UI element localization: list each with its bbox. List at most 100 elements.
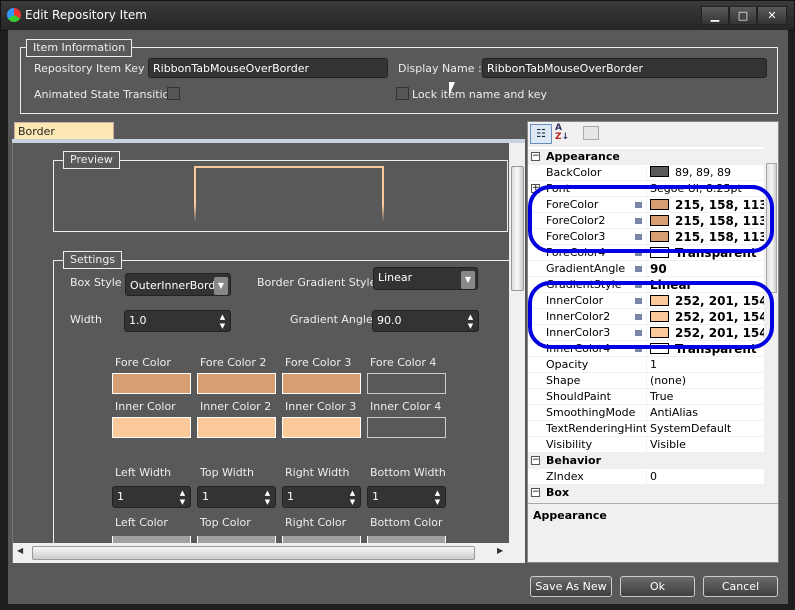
cancel-button[interactable]: Cancel [703,576,778,597]
maximize-button[interactable]: □ [729,6,757,25]
collapse-icon[interactable]: − [531,152,540,161]
display-name-input[interactable]: RibbonTabMouseOverBorder [482,58,767,78]
width-stepper[interactable]: 1 ▲ ▼ [112,486,191,508]
property-row[interactable]: Visibility Visible [528,437,764,453]
property-value: 1 [650,358,657,371]
gradient-style-dropdown[interactable]: Linear ▼ [373,267,478,290]
property-pages-icon[interactable] [583,126,599,140]
property-value: 0 [650,470,657,483]
inner-color-swatch[interactable] [197,417,276,438]
property-category[interactable]: − Behavior [528,453,764,469]
alphabetical-sort-icon[interactable]: A Z↓ [555,124,573,144]
width-stepper[interactable]: 1 ▲ ▼ [367,486,446,508]
property-name: ZIndex [546,470,584,483]
property-name: Behavior [546,454,602,467]
fore-color-swatch[interactable] [197,373,276,394]
property-value: 90 [650,262,667,276]
property-name: ShouldPaint [546,390,611,403]
fore-color-label: Fore Color 2 [200,356,267,369]
color-swatch [650,166,669,177]
edit-icon [635,266,642,272]
gradient-style-value: Linear [378,271,413,284]
scroll-right-icon[interactable]: ▶ [497,546,503,555]
side-color-label: Top Color [200,516,251,529]
property-row[interactable]: TextRenderingHint SystemDefault [528,421,764,437]
fore-color-label: Fore Color [115,356,171,369]
inner-color-swatch[interactable] [112,417,191,438]
width-value: 1 [117,490,124,503]
property-category[interactable]: − Appearance [528,149,764,165]
fore-color-swatch[interactable] [367,373,446,394]
display-name-label: Display Name : [398,62,482,75]
side-color-label: Right Color [285,516,347,529]
property-value: True [650,390,674,403]
close-button[interactable]: ✕ [757,6,787,25]
window-title: Edit Repository Item [25,8,147,22]
fore-color-label: Fore Color 4 [370,356,437,369]
property-name: Visibility [546,438,593,451]
horizontal-scrollbar[interactable]: ◀ ▶ [13,543,525,563]
fore-color-swatch[interactable] [282,373,361,394]
property-row[interactable]: ZIndex 0 [528,469,764,485]
horizontal-scroll-thumb[interactable] [32,546,475,560]
width-stepper[interactable]: 1 ▲ ▼ [282,486,361,508]
side-color-label: Bottom Color [370,516,443,529]
minimize-button[interactable]: ▁ [701,6,729,25]
spin-arrows-icon: ▲ ▼ [264,489,271,506]
property-value-cell[interactable]: True [646,390,766,405]
property-value-cell[interactable]: AntiAlias [646,406,766,421]
property-value-cell[interactable]: 0 [646,470,766,485]
highlight-ellipse-innercolors [528,281,774,349]
box-style-value: OuterInnerBord [130,279,216,292]
property-value-cell[interactable]: 89, 89, 89 [646,166,766,181]
collapse-icon[interactable]: − [531,456,540,465]
ok-button[interactable]: Ok [620,576,695,597]
property-category[interactable]: − Box [528,485,764,499]
gradient-angle-label: Gradient Angle [290,313,373,326]
property-value-cell[interactable]: SystemDefault [646,422,766,437]
fore-color-swatch[interactable] [112,373,191,394]
property-value: (none) [650,374,687,387]
property-row[interactable]: Shape (none) [528,373,764,389]
scroll-left-icon[interactable]: ◀ [17,546,23,555]
property-value-cell[interactable]: (none) [646,374,766,389]
width-stepper[interactable]: 1.0 ▲ ▼ [124,310,231,332]
vertical-scroll-thumb[interactable] [511,166,524,291]
border-preview [194,166,384,222]
preview-legend: Preview [63,151,120,169]
lock-name-checkbox[interactable] [396,87,409,100]
animated-state-checkbox[interactable] [167,87,180,100]
spin-arrows-icon: ▲ ▼ [434,489,441,506]
property-value-cell[interactable]: 90 [635,262,766,277]
property-row[interactable]: SmoothingMode AntiAlias [528,405,764,421]
property-name: Opacity [546,358,589,371]
repository-key-input[interactable]: RibbonTabMouseOverBorder [148,58,388,78]
inner-color-label: Inner Color 2 [200,400,272,413]
box-style-dropdown[interactable]: OuterInnerBord ▼ [125,273,231,296]
property-row[interactable]: BackColor 89, 89, 89 [528,165,764,181]
width-stepper[interactable]: 1 ▲ ▼ [197,486,276,508]
inner-color-label: Inner Color [115,400,176,413]
property-name: BackColor [546,166,602,179]
property-value-cell[interactable]: 1 [646,358,766,373]
property-row[interactable]: GradientAngle 90 [528,261,764,277]
gradient-angle-stepper[interactable]: 90.0 ▲ ▼ [372,310,479,332]
property-name: TextRenderingHint [546,422,646,435]
spin-arrows-icon: ▲ ▼ [349,489,356,506]
tab-border-properties[interactable]: Border Properties [14,122,114,151]
width-value: 1.0 [129,314,147,327]
width-label: Left Width [115,466,172,479]
inner-color-label: Inner Color 3 [285,400,357,413]
property-row[interactable]: ShouldPaint True [528,389,764,405]
vertical-scrollbar[interactable] [509,143,525,543]
property-row[interactable]: Opacity 1 [528,357,764,373]
save-as-new-button[interactable]: Save As New [530,576,612,597]
collapse-icon[interactable]: − [531,488,540,497]
categorized-view-icon[interactable]: ☷ [530,124,552,144]
inner-color-swatch[interactable] [282,417,361,438]
spin-arrows-icon: ▲ ▼ [179,489,186,506]
inner-color-swatch[interactable] [367,417,446,438]
width-label: Right Width [285,466,350,479]
property-value-cell[interactable]: Visible [646,438,766,453]
border-properties-panel: Preview Settings Box Style OuterInnerBor… [12,143,525,563]
